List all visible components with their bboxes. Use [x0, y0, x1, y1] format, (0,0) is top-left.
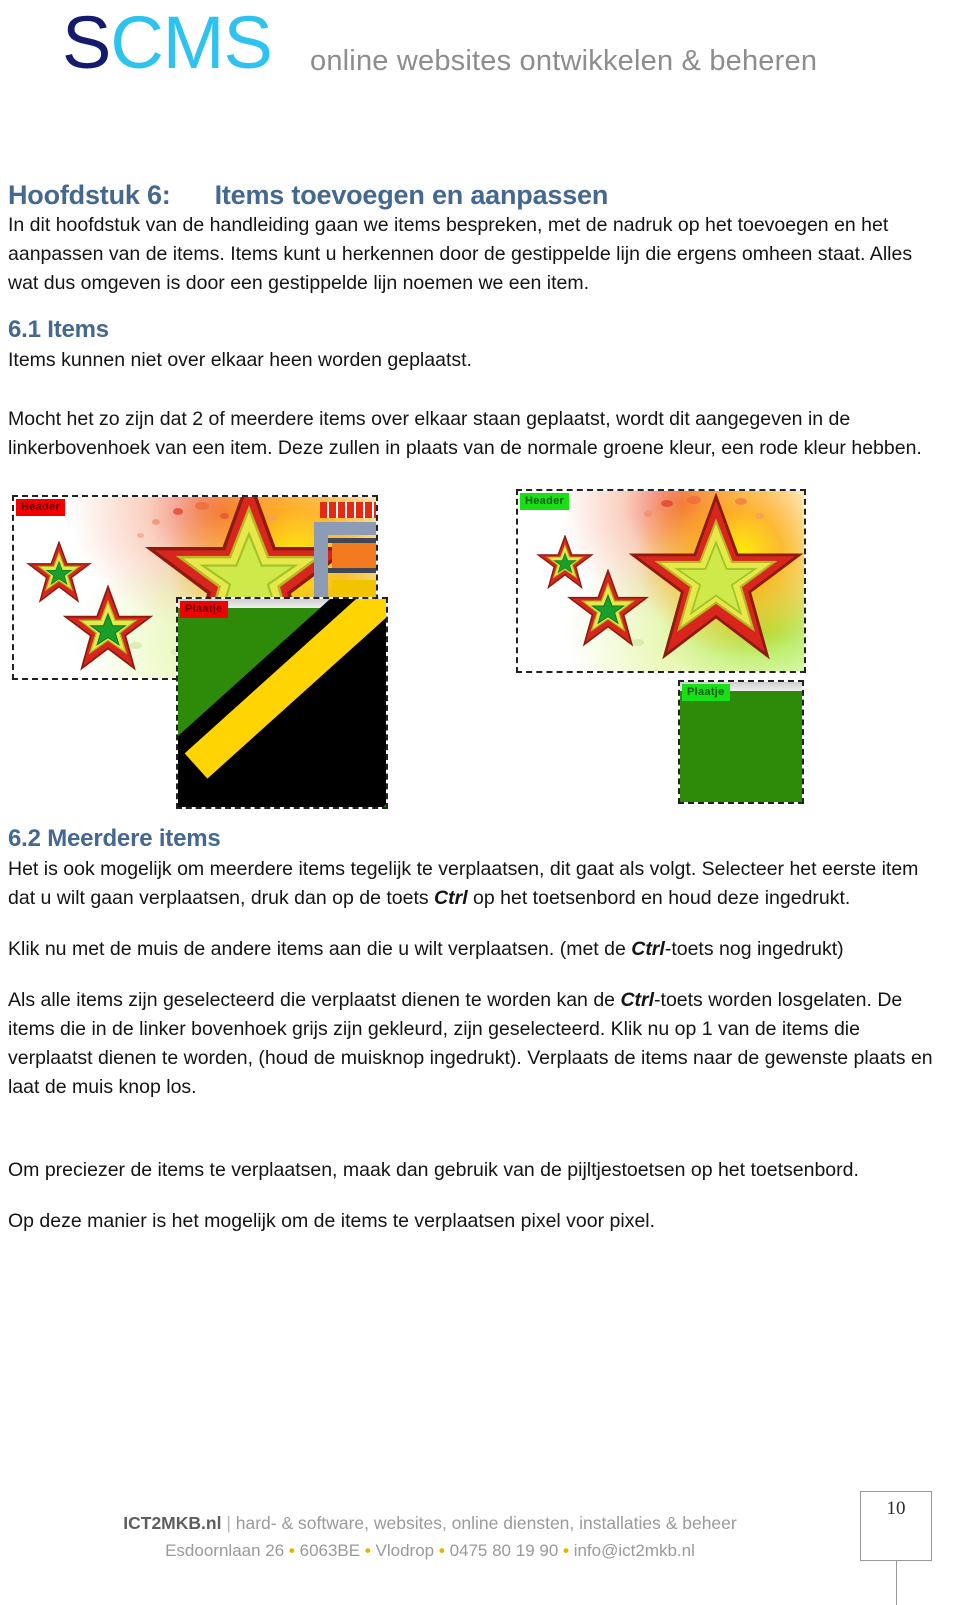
p3-key-ctrl: Ctrl	[620, 989, 655, 1011]
footer-bullet-1: •	[288, 1541, 295, 1560]
p2-text-a: Klik nu met de muis de andere items aan …	[8, 938, 632, 960]
page-number: 10	[886, 1498, 906, 1519]
footer-services: hard- & software, websites, online diens…	[235, 1513, 737, 1533]
footer-contact-line: Esdoornlaan 26 • 6063BE • Vlodrop • 0475…	[0, 1541, 860, 1561]
footer-city: Vlodrop	[375, 1541, 435, 1560]
banner-logo-block	[314, 502, 376, 612]
plaatje-item-box-normal[interactable]: Plaatje	[678, 680, 804, 804]
p3-text-a: Als alle items zijn geselecteerd die ver…	[8, 989, 621, 1011]
page-number-box: 10	[860, 1491, 932, 1561]
section-6-2-paragraph-4: Om preciezer de items te verplaatsen, ma…	[8, 1159, 859, 1181]
tag-header-overlap: Header	[16, 499, 66, 516]
section-6-2-paragraph-1: Het is ook mogelijk om meerdere items te…	[0, 855, 960, 913]
star-graphic-large-right	[628, 493, 804, 660]
chapter-heading: Hoofdstuk 6: Items toevoegen en aanpasse…	[0, 150, 960, 211]
document-content: Hoofdstuk 6: Items toevoegen en aanpasse…	[0, 150, 960, 1236]
chapter-label: Hoofdstuk 6:	[8, 180, 171, 210]
logo-letter-s: S	[62, 1, 111, 84]
section-6-2-paragraph-3: Als alle items zijn geselecteerd die ver…	[0, 986, 960, 1102]
footer-bullet-2: •	[364, 1541, 371, 1560]
section-6-2-paragraph-2: Klik nu met de muis de andere items aan …	[0, 935, 960, 964]
footer-bullet-3: •	[438, 1541, 445, 1560]
header-item-box-normal[interactable]: Header	[516, 489, 806, 673]
page-footer: ICT2MKB.nl | hard- & software, websites,…	[0, 1435, 960, 1605]
footer-services-line: ICT2MKB.nl | hard- & software, websites,…	[0, 1513, 860, 1534]
p1-text-b: op het toetsenbord en houd deze ingedruk…	[467, 887, 851, 909]
section-6-1-paragraph-1: Items kunnen niet over elkaar heen worde…	[8, 349, 472, 371]
p2-text-b: -toets nog ingedrukt)	[664, 938, 844, 960]
plaatje-item-box-overlap[interactable]: Plaatje	[176, 597, 388, 809]
section-6-1-paragraph-2: Mocht het zo zijn dat 2 of meerdere item…	[8, 408, 922, 459]
intro-paragraph: In dit hoofdstuk van de handleiding gaan…	[8, 214, 913, 294]
star-banner-artwork-right	[518, 491, 804, 671]
footer-pipe: |	[226, 1513, 231, 1533]
tag-plaatje-normal: Plaatje	[682, 684, 730, 701]
footer-address: Esdoornlaan 26	[165, 1541, 285, 1560]
tag-plaatje-overlap: Plaatje	[180, 601, 228, 618]
page-number-tail-line	[896, 1561, 897, 1605]
section-6-2-paragraph-5: Op deze manier is het mogelijk om de ite…	[8, 1210, 656, 1232]
footer-brand: ICT2MKB.nl	[123, 1513, 222, 1533]
section-heading-6-2: 6.2 Meerdere items	[8, 825, 221, 852]
chapter-title: Items toevoegen en aanpassen	[214, 180, 609, 210]
plaatje-image-left	[178, 599, 386, 807]
star-graphic-small-2-right	[566, 569, 650, 647]
logo-tagline: online websites ontwikkelen & beheren	[310, 45, 818, 77]
footer-bullet-4: •	[563, 1541, 569, 1560]
p1-key-ctrl: Ctrl	[434, 887, 468, 909]
logo-letters-cms: CMS	[110, 1, 272, 84]
scms-logo: SCMS	[62, 6, 273, 80]
p2-key-ctrl: Ctrl	[631, 938, 665, 960]
footer-email: info@ict2mkb.nl	[573, 1541, 695, 1560]
footer-postcode: 6063BE	[299, 1541, 361, 1560]
tag-header-normal: Header	[520, 493, 570, 510]
figures-area: Header Plaatje Header Plaatje	[0, 477, 960, 809]
section-heading-6-1: 6.1 Items	[8, 316, 109, 343]
footer-phone: 0475 80 19 90	[449, 1541, 559, 1560]
star-graphic-small-2	[62, 585, 154, 671]
page-header: SCMS online websites ontwikkelen & beher…	[0, 0, 960, 150]
